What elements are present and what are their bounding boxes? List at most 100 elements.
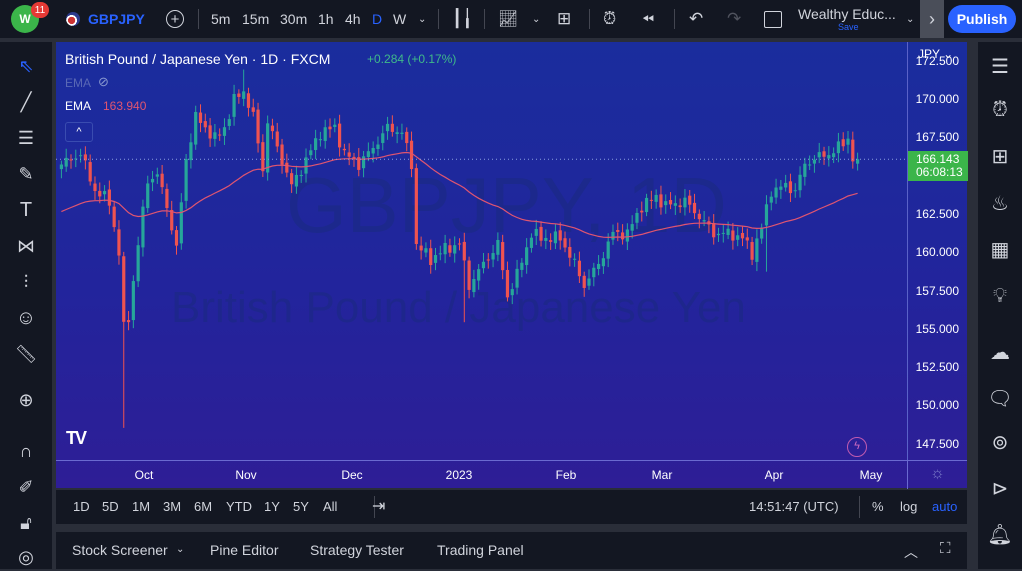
brush-icon[interactable]: ✎ [12,160,40,188]
prediction-icon[interactable]: ⫶ [12,268,40,296]
candle-body [788,181,793,194]
candle-body [477,269,481,281]
range-3m[interactable]: 3M [163,499,181,514]
redo-icon[interactable]: ↷ [727,0,741,38]
alarm-clock-icon[interactable]: ⏰︎ [986,96,1014,124]
indicators-icon[interactable]: 📈︎ [498,0,518,38]
fib-lines-icon[interactable]: ☰ [12,124,40,152]
tab-strategy-tester[interactable]: Strategy Tester [310,542,404,558]
ruler-icon[interactable]: 📏︎ [12,340,40,368]
magnet-icon[interactable]: ∩ [12,437,40,465]
watchlist-icon[interactable]: ☰ [986,52,1014,80]
undo-icon[interactable]: ↶ [689,0,703,38]
hotlist-fire-icon[interactable]: ♨ [986,189,1014,217]
range-1y[interactable]: 1Y [264,499,280,514]
candle-body [760,227,764,239]
interval-5m[interactable]: 5m [211,0,230,38]
messages-icon[interactable]: 🗨︎ [986,384,1014,412]
indicators-dropdown-icon[interactable]: ⌄ [532,0,540,38]
range-6m[interactable]: 6M [194,499,212,514]
tab-stock-screener[interactable]: Stock Screener [72,542,168,558]
candlestick-chart[interactable]: GBPJPY, 1D British Pound / Japanese Yen [56,42,907,460]
candle-body [683,197,687,208]
interval-1h[interactable]: 1h [318,0,334,38]
symbol-search[interactable]: GBPJPY [88,0,145,38]
compare-add-icon[interactable]: + [165,0,185,38]
replay-icon[interactable]: ⏪︎ [642,0,654,38]
candle-body [203,121,207,128]
eye-hidden-icon[interactable]: ⊘ [98,74,109,90]
layout-dropdown-icon[interactable]: ⌄ [906,0,914,38]
cursor-icon[interactable]: ⇖ [12,52,40,80]
tab-pine-editor[interactable]: Pine Editor [210,542,278,558]
interval-d[interactable]: D [372,0,382,38]
candle-body [122,256,126,322]
candle-body [433,255,438,263]
ideas-bulb-icon[interactable]: 💡︎ [986,282,1014,310]
lock-drawing-icon[interactable]: ✐ [12,473,40,501]
maximize-panel-icon[interactable]: ⛶ [940,540,951,557]
chart-pane[interactable]: GBPJPY, 1D British Pound / Japanese Yen … [56,42,968,489]
range-1d[interactable]: 1D [73,499,90,514]
lightning-icon[interactable]: ϟ [847,437,867,457]
candle-body [98,190,102,197]
clock-time[interactable]: 14:51:47 (UTC) [749,499,839,514]
interval-15m[interactable]: 15m [242,0,269,38]
candle-body [189,142,193,161]
layout-name: Wealthy Educ... [798,6,896,22]
broadcast-icon[interactable]: ⊳ [986,474,1014,502]
text-icon[interactable]: T [12,196,40,224]
range-5y[interactable]: 5Y [293,499,309,514]
candle-body [501,242,505,271]
collapse-legend-button[interactable]: ^ [65,122,93,142]
tab-trading-panel[interactable]: Trading Panel [437,542,524,558]
interval-4h[interactable]: 4h [345,0,361,38]
publish-button[interactable]: Publish [948,5,1016,33]
range-1m[interactable]: 1M [132,499,150,514]
visibility-icon[interactable]: ◎ [12,543,40,571]
goto-date-icon[interactable]: ⇥ [372,496,385,516]
lock-icon[interactable]: 🔓︎ [12,509,40,537]
layout-name-button[interactable]: Wealthy Educ... Save [798,0,898,38]
chats-icon[interactable]: ☁ [986,338,1014,366]
range-5d[interactable]: 5D [102,499,119,514]
add-list-icon[interactable]: ⊞ [986,142,1014,170]
tradingview-logo[interactable]: TV [66,428,87,449]
alert-add-icon[interactable]: ⏰︎ [603,0,616,38]
collapse-panel-icon[interactable]: ︿ [904,542,918,562]
log-toggle[interactable]: log [900,499,917,514]
candle-body [59,164,63,170]
candle-body [779,186,783,190]
zoom-in-icon[interactable]: ⊕ [12,386,40,414]
layouts-grid-icon[interactable]: ⊞ [557,0,571,38]
streams-bulb-icon[interactable]: ⊚ [986,428,1014,456]
ema-label[interactable]: EMA [65,99,91,113]
trend-line-icon[interactable]: ╱ [12,88,40,116]
emoji-icon[interactable]: ☺ [12,304,40,332]
pattern-icon[interactable]: ⋈ [12,232,40,260]
interval-30m[interactable]: 30m [280,0,307,38]
candle-body [64,157,68,167]
expand-arrow-icon[interactable]: › [920,0,944,38]
date-axis[interactable]: ☼ Oct Nov Dec 2023 Feb Mar Apr May [56,460,967,489]
candle-body [793,190,797,192]
candle-body [731,230,735,241]
range-ytd[interactable]: YTD [226,499,252,514]
stock-screener-dropdown-icon[interactable]: ⌄ [176,544,184,555]
calendar-icon[interactable]: ▦ [986,235,1014,263]
candle-type-icon[interactable]: ┃╽ [452,0,472,38]
fullscreen-square-icon[interactable] [764,0,782,38]
date-tick: 2023 [445,468,473,482]
candle-body [443,242,447,255]
notifications-bell-icon[interactable]: 🔔︎ [986,520,1014,548]
price-axis[interactable]: JPY ⌄ 166.143 06:08:13 172.500 170.000 167… [907,42,968,460]
range-all[interactable]: All [323,499,337,514]
interval-dropdown-icon[interactable]: ⌄ [418,0,426,38]
ema-hidden-label[interactable]: EMA [65,76,91,90]
percent-toggle[interactable]: % [872,499,884,514]
interval-w[interactable]: W [393,0,406,38]
candle-body [270,125,275,132]
auto-toggle[interactable]: auto [932,499,957,514]
candle-body [856,159,860,164]
settings-gear-icon[interactable]: ☼ [907,461,967,489]
